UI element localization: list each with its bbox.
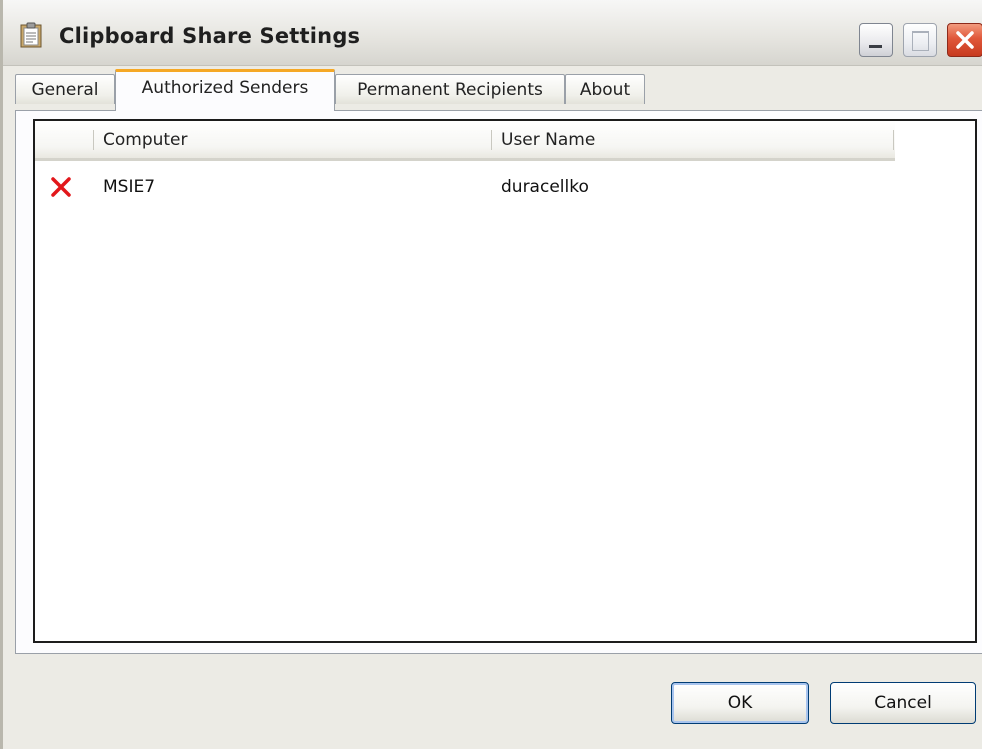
minimize-icon bbox=[869, 45, 882, 48]
tab-general[interactable]: General bbox=[15, 74, 115, 104]
cancel-button[interactable]: Cancel bbox=[830, 682, 976, 724]
column-header-icon[interactable] bbox=[35, 121, 93, 158]
column-header-end bbox=[893, 121, 895, 158]
minimize-button[interactable] bbox=[859, 23, 893, 57]
column-header-user-name-label: User Name bbox=[501, 130, 596, 150]
cell-computer: MSIE7 bbox=[103, 177, 156, 197]
list-header: Computer User Name bbox=[35, 121, 895, 161]
ok-button[interactable]: OK bbox=[671, 682, 809, 724]
maximize-button bbox=[903, 23, 937, 57]
clipboard-icon bbox=[19, 22, 43, 48]
authorized-senders-page: Computer User Name MSIE7 duracellko bbox=[15, 110, 982, 654]
delete-icon[interactable] bbox=[49, 175, 73, 199]
column-header-computer[interactable]: Computer bbox=[93, 121, 491, 158]
list-item[interactable]: MSIE7 duracellko bbox=[35, 169, 975, 205]
tab-authorized-senders[interactable]: Authorized Senders bbox=[115, 69, 335, 111]
window-title: Clipboard Share Settings bbox=[59, 24, 361, 48]
tab-about[interactable]: About bbox=[565, 74, 645, 104]
title-bar[interactable]: Clipboard Share Settings bbox=[3, 0, 982, 66]
column-separator[interactable] bbox=[491, 130, 492, 150]
column-header-user-name[interactable]: User Name bbox=[491, 121, 893, 158]
column-separator[interactable] bbox=[893, 130, 894, 150]
settings-window: Clipboard Share Settings General Authori… bbox=[0, 0, 982, 749]
tab-strip: General Authorized Senders Permanent Rec… bbox=[3, 66, 982, 111]
senders-list[interactable]: Computer User Name MSIE7 duracellko bbox=[33, 119, 977, 643]
close-icon bbox=[956, 31, 974, 49]
tab-permanent-recipients[interactable]: Permanent Recipients bbox=[335, 74, 565, 104]
maximize-icon bbox=[912, 31, 929, 51]
close-button[interactable] bbox=[947, 23, 982, 57]
column-header-computer-label: Computer bbox=[103, 130, 188, 150]
cell-user-name: duracellko bbox=[501, 177, 589, 197]
column-separator[interactable] bbox=[93, 130, 94, 150]
